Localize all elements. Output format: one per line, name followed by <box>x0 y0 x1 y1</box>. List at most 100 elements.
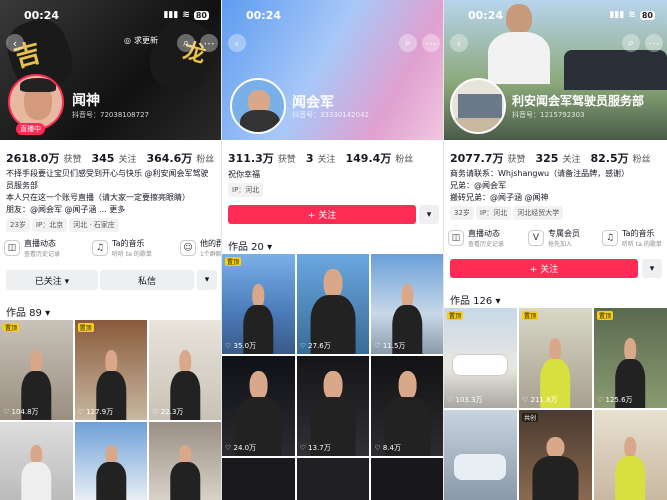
bio-friends[interactable]: 搬砖兄弟：@闻子涵 @闻神 <box>450 192 549 204</box>
pinned-badge: 置顶 <box>522 311 539 320</box>
video-grid: 置顶 ♡ 104.8万 置顶 ♡ 127.9万 ♡ 22.3万 <box>0 320 221 500</box>
followed-button[interactable]: 已关注 ▾ <box>6 270 98 290</box>
membership-entry[interactable]: V 专属会员 抢先加入 <box>528 228 598 248</box>
entry-title: Ta的音乐 <box>112 239 145 248</box>
heart-icon: ♡ <box>225 444 232 452</box>
video-thumbnail[interactable]: 置顶 ♡ 103.3万 <box>444 308 517 408</box>
video-thumbnail[interactable]: 共创 <box>519 410 592 500</box>
video-thumbnail[interactable] <box>444 410 517 500</box>
bio-brother[interactable]: 兄弟：@闻会军 <box>450 180 506 192</box>
avatar[interactable] <box>450 78 506 134</box>
dropdown-button[interactable]: ▾ <box>419 205 439 224</box>
profile-stats: 311.3万 获赞 3 关注 149.4万 粉丝 <box>228 150 419 166</box>
dropdown-button[interactable]: ▾ <box>642 259 662 278</box>
follow-button[interactable]: + 关注 <box>228 205 416 224</box>
video-thumbnail[interactable]: ♡ 8.4万 <box>371 356 443 456</box>
search-icon[interactable]: ⌕ <box>399 34 417 52</box>
search-icon[interactable]: ⌕ <box>177 34 195 52</box>
video-thumbnail[interactable] <box>371 458 443 500</box>
following-count[interactable]: 3 <box>306 152 314 165</box>
bio-friends[interactable]: 朋友：@闻会军 @闻子涵 ... 更多 <box>6 204 220 216</box>
video-thumbnail[interactable]: ♡ 11.5万 <box>371 254 443 354</box>
like-count: ♡ 104.8万 <box>3 407 39 417</box>
dropdown-button[interactable]: ▾ <box>197 270 217 290</box>
back-button[interactable]: ‹ <box>450 34 468 52</box>
live-history-entry[interactable]: ◫ 直播动态查看历史记录 <box>448 228 524 248</box>
like-count: ♡ 125.6万 <box>597 395 633 405</box>
video-thumbnail[interactable]: ♡ 13.7万 <box>296 356 370 456</box>
more-icon[interactable]: ⋯ <box>645 34 663 52</box>
video-thumbnail[interactable] <box>0 422 73 500</box>
live-badge[interactable]: 直播中 <box>16 123 45 135</box>
back-button[interactable]: ‹ <box>228 34 246 52</box>
car-image <box>452 354 508 376</box>
pinned-badge: 置顶 <box>3 323 20 332</box>
video-thumbnail[interactable] <box>296 458 370 500</box>
status-time: 00:24 <box>468 9 504 22</box>
following-count[interactable]: 325 <box>535 152 558 165</box>
likes-label: 获赞 <box>507 155 526 165</box>
video-thumbnail[interactable]: ♡ 27.6万 <box>296 254 370 354</box>
like-value: 27.6万 <box>308 342 331 350</box>
bio-line: 不择手段要让宝贝们感受到开心与快乐 @利安闻会军驾驶员服务部 <box>6 169 209 190</box>
entry-subtitle: 1个群聊 <box>200 251 222 258</box>
video-thumbnail[interactable] <box>74 422 148 500</box>
back-button[interactable]: ‹ <box>6 34 24 52</box>
works-tab[interactable]: 作品 20 ▾ <box>228 238 272 253</box>
followers-label: 粉丝 <box>632 155 651 165</box>
followers-count[interactable]: 364.6万 <box>146 150 192 166</box>
video-thumbnail[interactable]: 置顶 ♡ 211.8万 <box>519 308 592 408</box>
video-thumbnail[interactable] <box>222 458 295 500</box>
status-bar: 00:24 ▮▮▮ ≋ 80 <box>0 7 221 25</box>
followers-count[interactable]: 82.5万 <box>590 150 628 166</box>
group-entry[interactable]: ☺ 他的群 1个群聊 <box>180 238 222 258</box>
person-figure <box>169 445 202 500</box>
follow-button[interactable]: + 关注 <box>450 259 638 278</box>
entry-subtitle: 查看历史记录 <box>468 241 505 248</box>
following-label: 关注 <box>317 155 336 165</box>
avatar-hair <box>20 78 56 92</box>
avatar-ground <box>452 118 504 132</box>
heart-icon: ♡ <box>77 408 84 416</box>
profile-id: 抖音号：33330142042 <box>292 111 369 119</box>
ip-tag: IP：北京 <box>31 218 68 232</box>
entry-subtitle: 听听 ta 的歌单 <box>112 251 152 258</box>
avatar[interactable] <box>230 78 286 134</box>
profile-panel-wen-huijun: 00:24 ‹ ⌕ ⋯ 闻会军 抖音号：33330142042 311.3万 获赞… <box>222 0 444 500</box>
search-icon[interactable]: ⌕ <box>622 34 640 52</box>
entry-title: 直播动态 <box>468 229 500 238</box>
works-tab[interactable]: 作品 89 ▾ <box>6 304 50 319</box>
works-tab[interactable]: 作品 126 ▾ <box>450 292 500 307</box>
like-count: ♡ 8.4万 <box>374 443 401 453</box>
video-thumbnail[interactable]: 置顶 ♡ 104.8万 <box>0 320 73 420</box>
followers-count[interactable]: 149.4万 <box>345 150 391 166</box>
more-icon[interactable]: ⋯ <box>200 34 218 52</box>
like-count: ♡ 103.3万 <box>447 395 483 405</box>
video-thumbnail[interactable] <box>149 422 221 500</box>
like-count: ♡ 22.3万 <box>152 407 183 417</box>
video-grid: 置顶 ♡ 103.3万 置顶 ♡ 211.8万 置顶 ♡ 125.6万 共创 <box>444 308 667 500</box>
battery-icon: 80 <box>193 10 209 20</box>
live-history-entry[interactable]: ◫ 直播动态 查看历史记录 <box>4 238 88 258</box>
live-icon: ◫ <box>448 230 464 246</box>
likes-count: 2077.7万 <box>450 152 504 165</box>
feature-row: ◫ 直播动态 查看历史记录 ♫ Ta的音乐 听听 ta 的歌单 ☺ 他的群 1个群聊 <box>4 238 222 258</box>
video-thumbnail[interactable]: 置顶 ♡ 125.6万 <box>594 308 667 408</box>
video-thumbnail[interactable]: 置顶 ♡ 127.9万 <box>74 320 148 420</box>
avatar[interactable] <box>8 74 64 130</box>
message-button[interactable]: 私信 <box>100 270 194 290</box>
like-value: 127.9万 <box>86 408 114 416</box>
heart-icon: ♡ <box>3 408 10 416</box>
music-entry[interactable]: ♫ Ta的音乐 听听 ta 的歌单 <box>602 228 667 248</box>
more-icon[interactable]: ⋯ <box>422 34 440 52</box>
video-thumbnail[interactable]: ♡ 22.3万 <box>149 320 221 420</box>
heart-icon: ♡ <box>522 396 529 404</box>
age-tag: 32岁 <box>450 206 474 220</box>
video-thumbnail[interactable]: 置顶 ♡ 35.0万 <box>222 254 295 354</box>
age-tag: 23岁 <box>6 218 30 232</box>
video-thumbnail[interactable] <box>594 410 667 500</box>
request-update-button[interactable]: ◎ 求更新 <box>124 35 158 46</box>
following-count[interactable]: 345 <box>91 152 114 165</box>
video-thumbnail[interactable]: ♡ 24.0万 <box>222 356 295 456</box>
music-entry[interactable]: ♫ Ta的音乐 听听 ta 的歌单 <box>92 238 176 258</box>
